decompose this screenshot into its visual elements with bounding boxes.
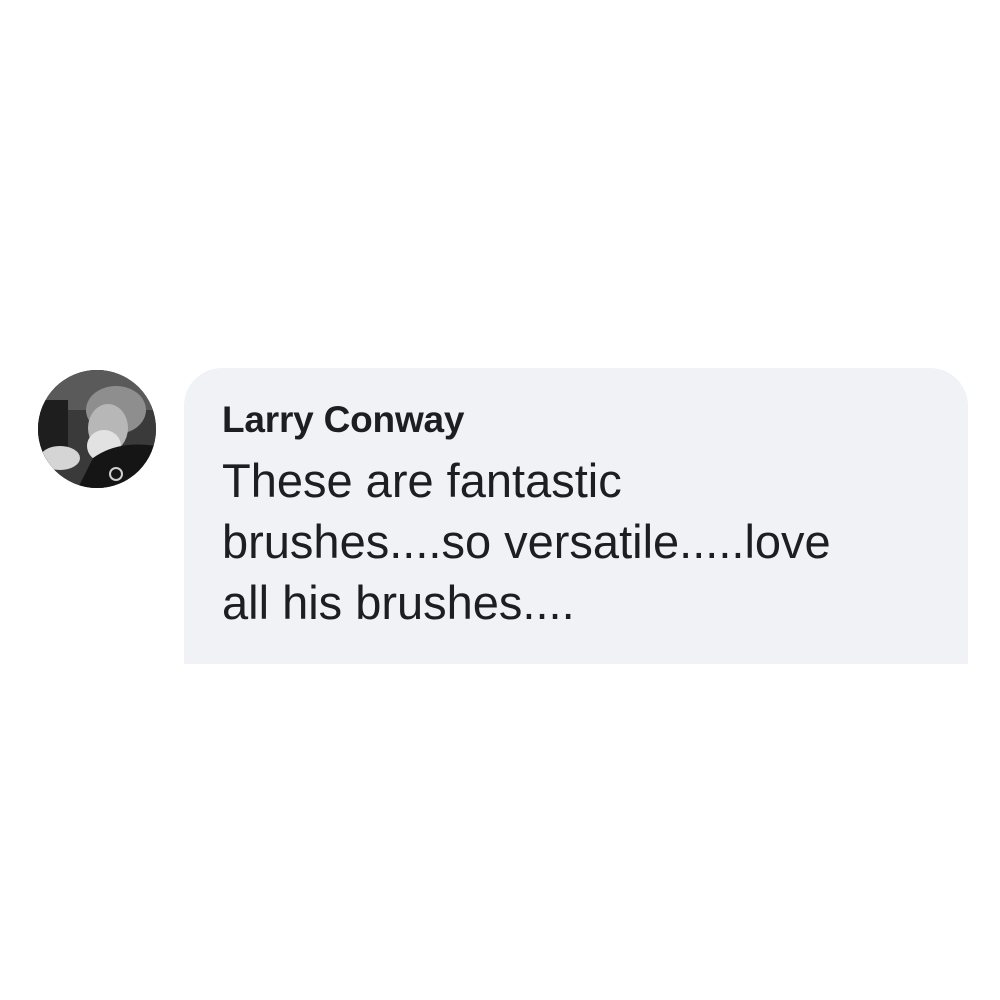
comment-text: These are fantastic brushes....so versat… — [222, 454, 831, 629]
comment: Larry Conway These are fantastic brushes… — [38, 368, 973, 668]
avatar[interactable] — [38, 370, 156, 488]
comment-author[interactable]: Larry Conway — [222, 398, 932, 442]
comment-bubble: Larry Conway These are fantastic brushes… — [184, 368, 968, 664]
profile-photo-icon — [38, 370, 156, 488]
comment-screenshot: Larry Conway These are fantastic brushes… — [0, 0, 1000, 1000]
